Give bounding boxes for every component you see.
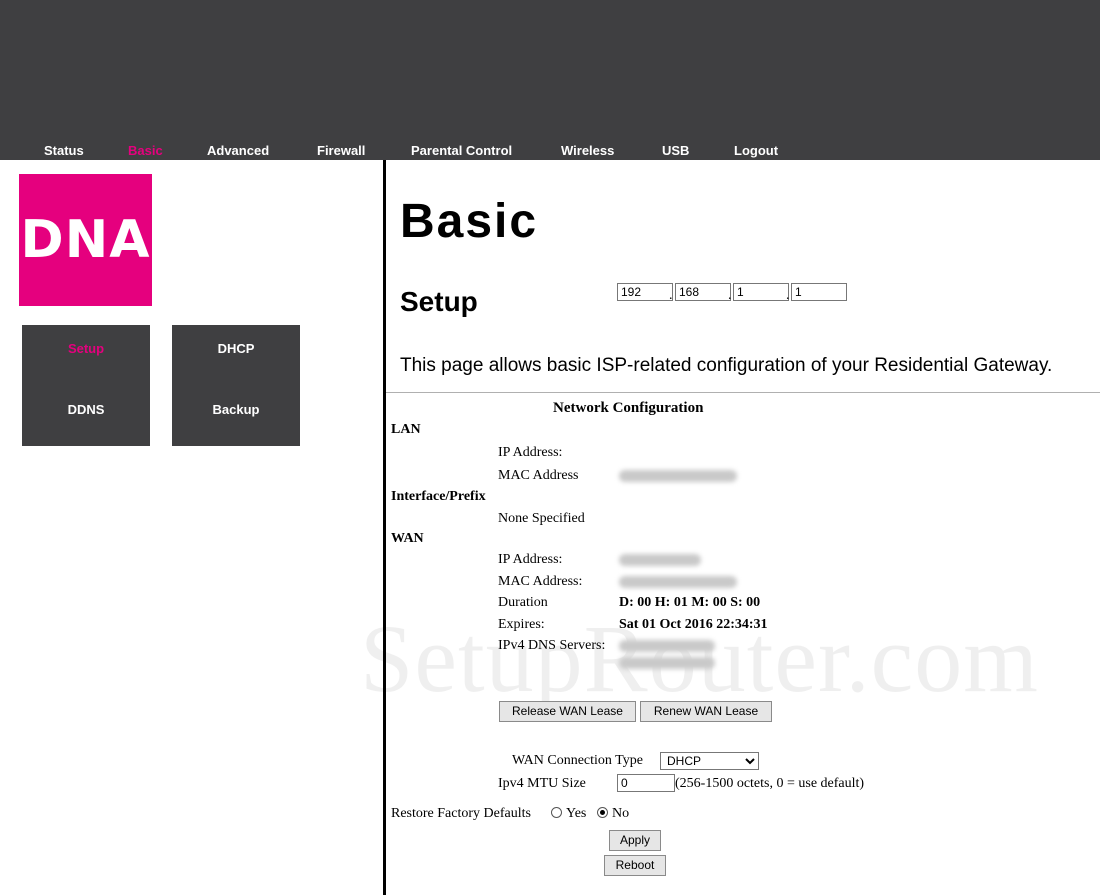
reboot-button[interactable]: Reboot	[604, 855, 666, 876]
lan-label: LAN	[391, 422, 421, 437]
lan-mac-redacted	[619, 470, 737, 482]
ip-dot: .	[728, 288, 732, 303]
mtu-input[interactable]	[617, 774, 675, 792]
nav-wireless[interactable]: Wireless	[561, 143, 614, 158]
lan-ip-octet-2[interactable]	[675, 283, 731, 301]
wan-connection-type-label: WAN Connection Type	[512, 753, 643, 768]
nav-firewall[interactable]: Firewall	[317, 143, 365, 158]
logo-text: DNA	[20, 210, 151, 270]
wan-label: WAN	[391, 531, 424, 546]
wan-mac-label: MAC Address:	[498, 574, 583, 589]
subnav-ddns[interactable]: DDNS	[22, 402, 150, 417]
wan-duration-label: Duration	[498, 595, 548, 610]
wan-expires-label: Expires:	[498, 617, 545, 632]
restore-no-radio[interactable]	[597, 807, 608, 818]
lan-ip-octet-4[interactable]	[791, 283, 847, 301]
wan-connection-type-select[interactable]: DHCP	[660, 752, 759, 770]
interface-prefix-label: Interface/Prefix	[391, 489, 486, 504]
restore-yes-radio[interactable]	[551, 807, 562, 818]
section-title: Setup	[400, 286, 478, 317]
nav-status[interactable]: Status	[44, 143, 84, 158]
lan-ip-octet-3[interactable]	[733, 283, 789, 301]
nav-logout[interactable]: Logout	[734, 143, 778, 158]
lan-ip-octet-1[interactable]	[617, 283, 673, 301]
dna-logo: DNA	[19, 174, 152, 306]
nav-advanced[interactable]: Advanced	[207, 143, 269, 158]
subnav-setup[interactable]: Setup	[22, 341, 150, 356]
restore-defaults-label: Restore Factory Defaults	[391, 806, 531, 821]
restore-yes-label: Yes	[566, 806, 587, 821]
nav-parental-control[interactable]: Parental Control	[411, 143, 512, 158]
main-nav: Status Basic Advanced Firewall Parental …	[0, 143, 1100, 160]
lan-mac-label: MAC Address	[498, 468, 579, 483]
wan-dns-redacted-2	[619, 657, 715, 669]
subnav-backup[interactable]: Backup	[172, 402, 300, 417]
mtu-label: Ipv4 MTU Size	[498, 776, 586, 791]
subnav-dhcp[interactable]: DHCP	[172, 341, 300, 356]
network-config-heading: Network Configuration	[553, 400, 704, 416]
restore-no-label: No	[612, 806, 630, 821]
wan-ip-redacted	[619, 554, 701, 566]
subnav-box-left: Setup DDNS	[22, 325, 150, 446]
nav-basic[interactable]: Basic	[128, 143, 163, 158]
top-header-bar	[0, 0, 1100, 160]
apply-button[interactable]: Apply	[609, 830, 661, 851]
wan-ip-label: IP Address:	[498, 552, 563, 567]
sidebar: DNA Setup DDNS DHCP Backup	[0, 160, 383, 895]
ip-dot: .	[786, 288, 790, 303]
lan-ip-label: IP Address:	[498, 445, 563, 460]
ip-dot: .	[669, 288, 673, 303]
nav-usb[interactable]: USB	[662, 143, 689, 158]
wan-mac-redacted	[619, 576, 737, 588]
wan-dns-redacted-1	[619, 640, 715, 652]
wan-dns-label: IPv4 DNS Servers:	[498, 638, 606, 653]
subnav-box-right: DHCP Backup	[172, 325, 300, 446]
page-description: This page allows basic ISP-related confi…	[400, 355, 1053, 376]
wan-duration-value: D: 00 H: 01 M: 00 S: 00	[619, 595, 761, 610]
interface-prefix-value: None Specified	[498, 511, 585, 526]
mtu-hint: (256-1500 octets, 0 = use default)	[675, 776, 865, 791]
page-title: Basic	[400, 195, 539, 248]
renew-wan-lease-button[interactable]: Renew WAN Lease	[640, 701, 772, 722]
wan-expires-value: Sat 01 Oct 2016 22:34:31	[619, 617, 768, 632]
horizontal-rule	[386, 392, 1100, 393]
release-wan-lease-button[interactable]: Release WAN Lease	[499, 701, 636, 722]
